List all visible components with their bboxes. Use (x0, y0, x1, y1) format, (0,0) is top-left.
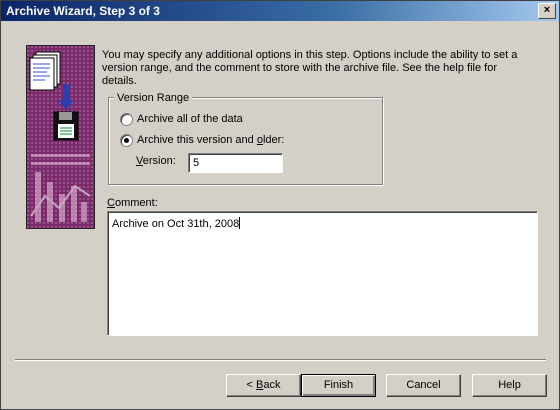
comment-label: Comment: (107, 197, 158, 209)
comment-textarea[interactable]: Archive on Oct 31th, 2008 (107, 211, 538, 336)
back-button[interactable]: < Back (226, 374, 301, 397)
version-range-legend: Version Range (114, 92, 193, 104)
version-input[interactable]: 5 (188, 153, 283, 173)
finish-button[interactable]: Finish (301, 374, 376, 397)
button-separator (15, 359, 546, 361)
radio-archive-all-label[interactable]: Archive all of the data (137, 113, 243, 125)
window-title: Archive Wizard, Step 3 of 3 (6, 4, 160, 18)
archive-wizard-window: Archive Wizard, Step 3 of 3 × You may sp… (0, 0, 560, 410)
close-button[interactable]: × (538, 3, 556, 19)
radio-selected-dot (124, 138, 129, 143)
version-label: Version: (136, 155, 176, 167)
cancel-button[interactable]: Cancel (386, 374, 461, 397)
floppy-disk-icon (53, 111, 79, 141)
radio-archive-version[interactable] (120, 134, 133, 147)
radio-archive-version-label[interactable]: Archive this version and older: (137, 134, 284, 146)
close-icon: × (543, 4, 551, 16)
wizard-illustration (26, 45, 95, 229)
document-icon (29, 51, 61, 91)
intro-text: You may specify any additional options i… (102, 49, 518, 87)
help-button[interactable]: Help (472, 374, 547, 397)
radio-archive-all[interactable] (120, 113, 133, 126)
title-bar: Archive Wizard, Step 3 of 3 × (1, 1, 559, 21)
text-caret (239, 217, 241, 229)
comment-text: Archive on Oct 31th, 2008 (112, 218, 240, 230)
